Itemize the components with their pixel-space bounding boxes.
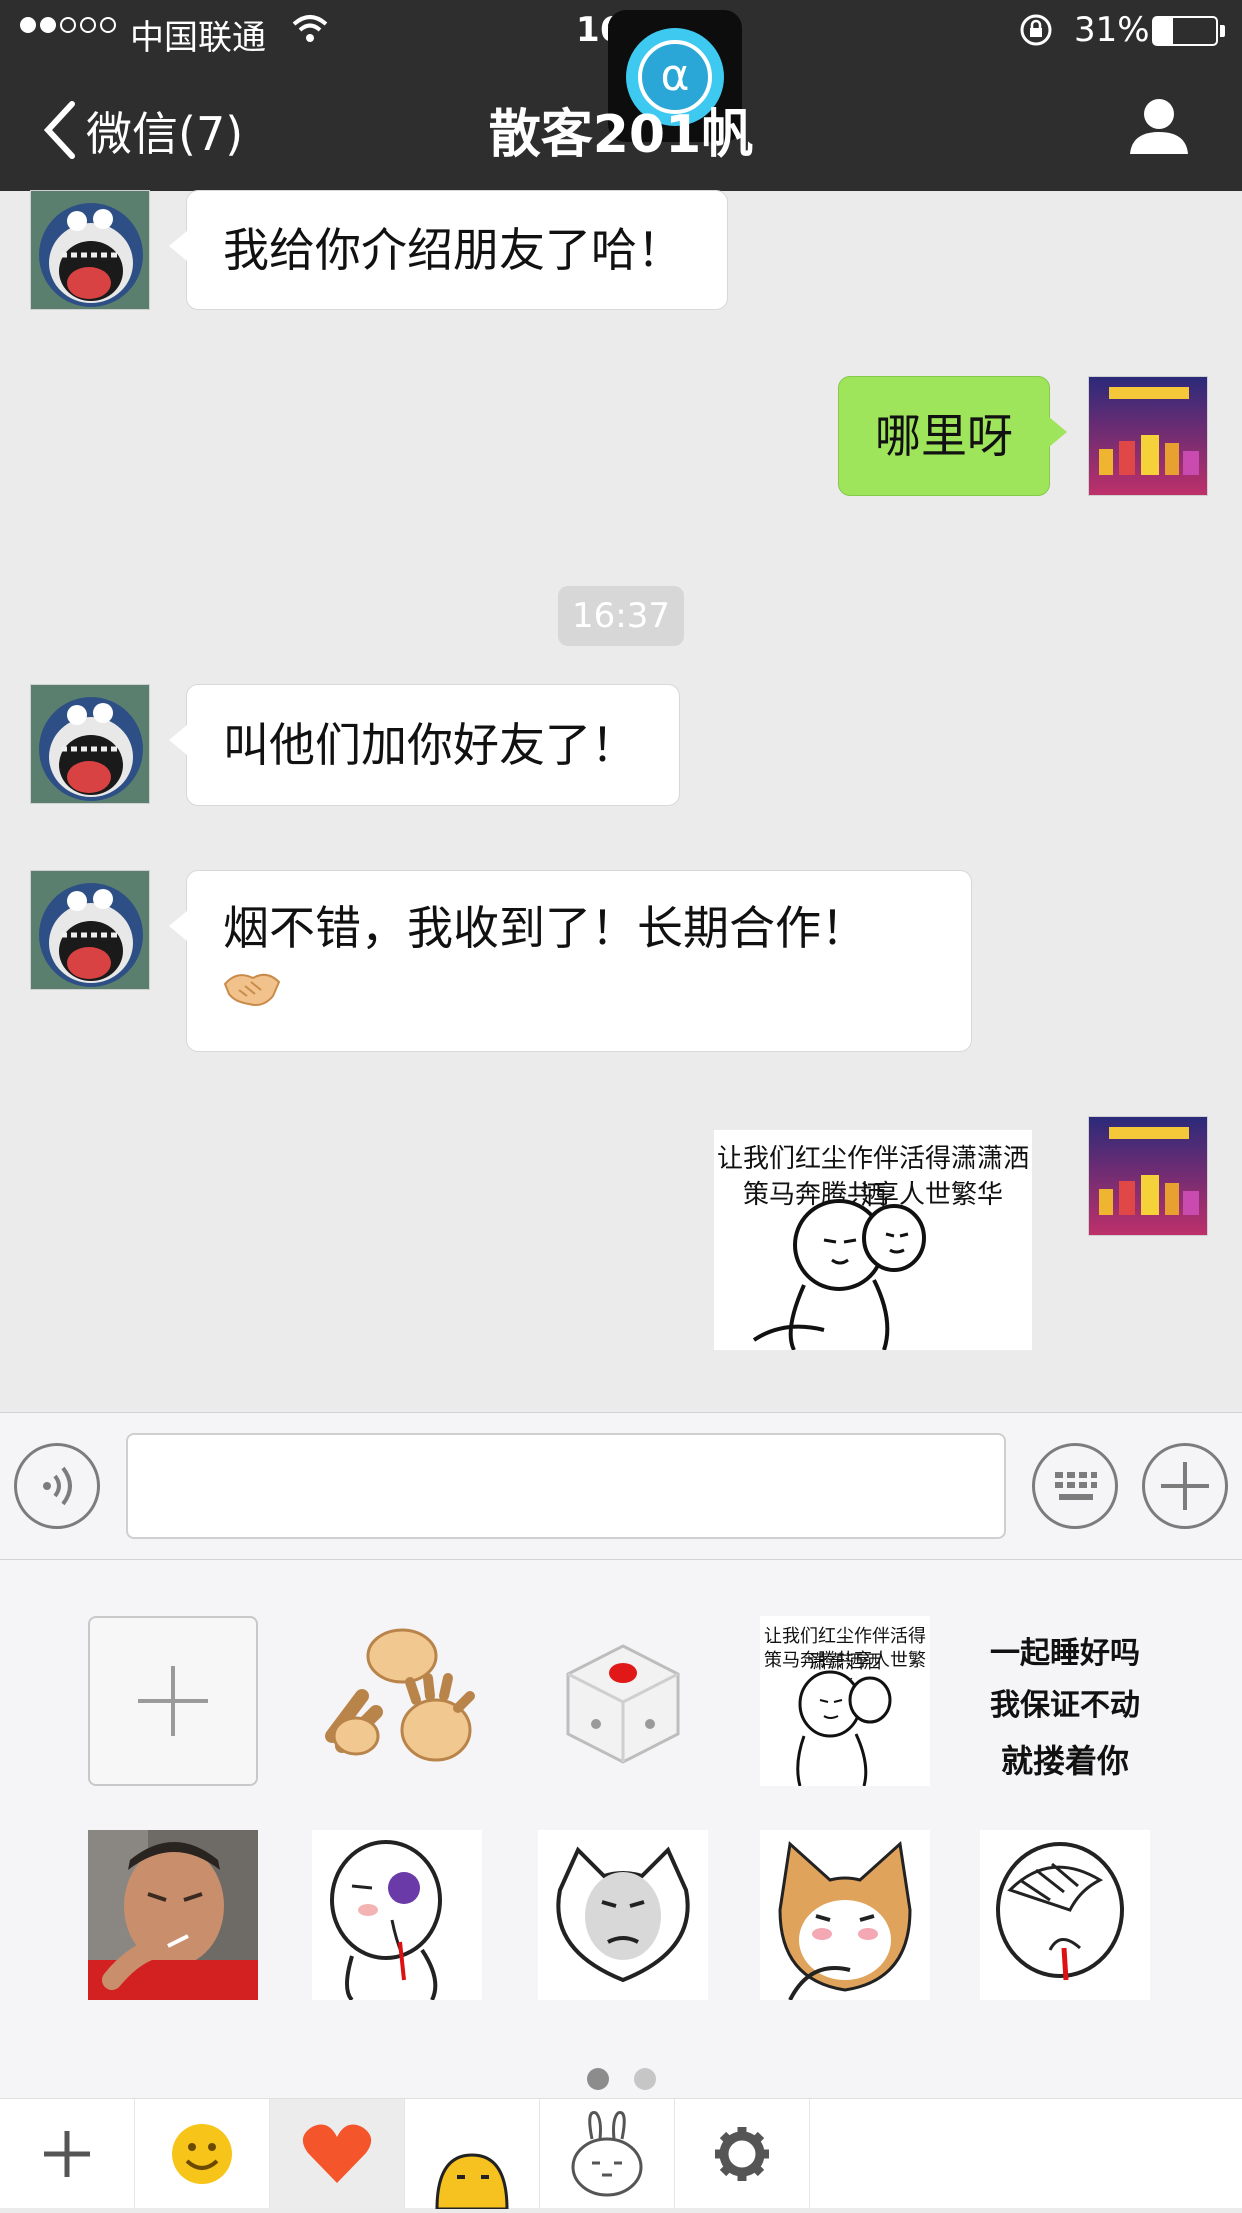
profile-icon[interactable]	[1128, 96, 1190, 154]
game-poster-avatar-icon	[1089, 377, 1207, 495]
message-text: 叫他们加你好友了！	[223, 718, 637, 772]
plus-icon	[1161, 1462, 1209, 1510]
sticker-rock-paper-scissors[interactable]	[312, 1616, 482, 1786]
message-input[interactable]	[126, 1433, 1006, 1539]
sticker-smoking-man[interactable]	[88, 1830, 258, 2000]
smoking-man-icon	[88, 1830, 258, 2000]
meme-faces-icon	[752, 1199, 926, 1350]
tab-emoji[interactable]	[135, 2099, 270, 2209]
message-text: 我给你介绍朋友了哈！	[223, 223, 683, 277]
chat-title: 散客201帆	[488, 105, 754, 165]
tab-favorites[interactable]	[270, 2099, 405, 2209]
timestamp: 16:37	[558, 586, 684, 646]
message-text: 烟不错，我收到了！长期合作！	[223, 901, 867, 955]
avatar[interactable]	[30, 190, 150, 310]
sticker-text[interactable]: 一起睡好吗 我保证不动 就搂着你	[980, 1616, 1150, 1786]
sticker-caption: 我保证不动	[990, 1688, 1140, 1723]
sticker-dice[interactable]	[538, 1616, 708, 1786]
sticker-facepalm[interactable]	[980, 1830, 1150, 2000]
message-text: 哪里呀	[875, 409, 1013, 463]
sticker-caption: 就搂着你	[1000, 1742, 1129, 1780]
avatar[interactable]	[30, 870, 150, 990]
plus-icon	[138, 1666, 208, 1736]
top-bar: 中国联通 16:38 α 31% 微信(7) 散客201帆	[0, 0, 1242, 191]
message-bubble[interactable]: 烟不错，我收到了！长期合作！	[169, 870, 972, 1052]
bruised-face-icon	[330, 1840, 442, 2000]
sticker-cat-face[interactable]	[538, 1830, 708, 2000]
facepalm-icon	[996, 1842, 1124, 1981]
rock-paper-scissors-icon	[325, 1628, 475, 1762]
page-indicator-active[interactable]	[587, 2068, 609, 2090]
cat-man-face-icon	[556, 1846, 690, 1983]
signal-strength-icon	[20, 14, 120, 33]
rotation-lock-icon	[1020, 14, 1052, 46]
sticker-message[interactable]: 让我们红尘作伴活得潇潇洒洒 策马奔腾共享人世繁华	[714, 1130, 1032, 1350]
plus-icon	[44, 2131, 90, 2177]
keyboard-button[interactable]	[1032, 1443, 1118, 1529]
tab-settings[interactable]	[675, 2099, 810, 2209]
battery-icon	[1152, 16, 1218, 46]
tab-add-sticker[interactable]	[0, 2099, 135, 2209]
game-poster-avatar-icon	[1089, 1117, 1207, 1235]
handshake-emoji-icon	[223, 973, 281, 1006]
shiba-dog-icon	[778, 1841, 912, 2000]
sticker-panel: 让我们红尘作伴活得潇潇洒洒 策马奔腾共享人世繁华 一起睡好吗 我保证不动 就搂着…	[0, 1560, 1242, 2098]
more-button[interactable]	[1142, 1443, 1228, 1529]
rabbit-icon	[571, 2111, 643, 2197]
message-bubble-mine[interactable]: 哪里呀	[838, 376, 1067, 496]
add-sticker-button[interactable]	[88, 1616, 258, 1786]
settings-icon	[715, 2127, 769, 2181]
voice-icon	[43, 1466, 72, 1506]
keyboard-icon	[1055, 1472, 1097, 1500]
message-bubble[interactable]: 叫他们加你好友了！	[169, 684, 680, 806]
tab-egg-pack[interactable]	[405, 2099, 540, 2211]
doraemon-avatar-icon	[31, 685, 149, 803]
page-indicator[interactable]	[634, 2068, 656, 2090]
sticker-bruised-face[interactable]	[312, 1830, 482, 2000]
meme-faces-icon	[796, 1670, 892, 1786]
voice-button[interactable]	[14, 1443, 100, 1529]
input-bar	[0, 1412, 1242, 1560]
my-avatar[interactable]	[1088, 376, 1208, 496]
sticker-caption: 一起睡好吗	[990, 1636, 1140, 1671]
egg-icon	[435, 2153, 509, 2211]
doraemon-avatar-icon	[31, 191, 149, 309]
sticker-shiba[interactable]	[760, 1830, 930, 2000]
avatar[interactable]	[30, 684, 150, 804]
doraemon-avatar-icon	[31, 871, 149, 989]
my-avatar[interactable]	[1088, 1116, 1208, 1236]
carrier-name: 中国联通	[130, 18, 266, 58]
heart-icon	[302, 2124, 372, 2183]
sticker-meme[interactable]: 让我们红尘作伴活得潇潇洒洒 策马奔腾共享人世繁华	[760, 1616, 930, 1786]
tab-rabbit-pack[interactable]	[540, 2099, 675, 2209]
message-bubble[interactable]: 我给你介绍朋友了哈！	[169, 190, 728, 310]
battery-percent: 31%	[1074, 10, 1150, 50]
emoji-icon	[172, 2124, 232, 2184]
wifi-icon	[292, 15, 328, 42]
dice-icon	[566, 1644, 680, 1764]
sticker-tab-bar	[0, 2098, 1242, 2211]
